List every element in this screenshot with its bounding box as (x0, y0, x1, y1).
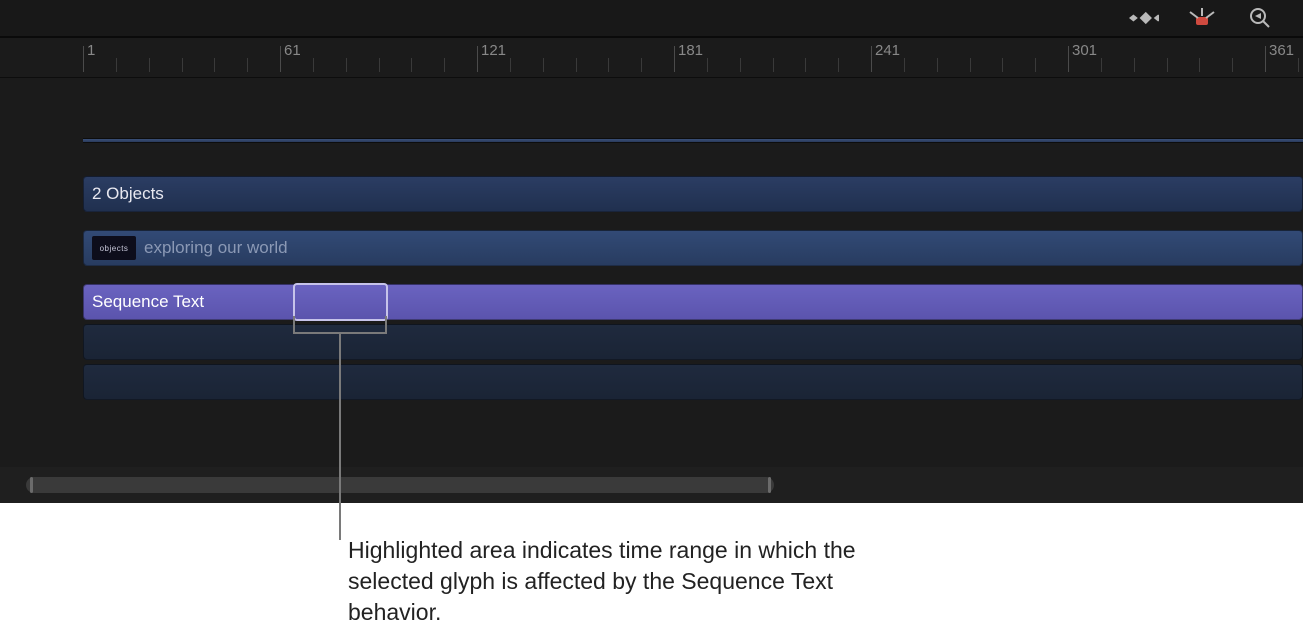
ruler-tick-major (674, 46, 675, 72)
ruler-tick-minor (740, 58, 741, 72)
ruler-tick-label: 181 (678, 42, 703, 59)
track-row-group[interactable]: 2 Objects (0, 174, 1303, 214)
ruler-tick-minor (773, 58, 774, 72)
ruler-tick-minor (1199, 58, 1200, 72)
ruler-tick-minor (1134, 58, 1135, 72)
ruler-tick-minor (641, 58, 642, 72)
ruler-tick-minor (608, 58, 609, 72)
group-clip[interactable]: 2 Objects (83, 176, 1303, 212)
ruler-tick-minor (116, 58, 117, 72)
scrollbar-handle-right[interactable] (768, 477, 771, 493)
ruler-tick-major (280, 46, 281, 72)
ruler-tick-minor (182, 58, 183, 72)
keyframe-icon[interactable] (1129, 6, 1159, 30)
ruler-tick-label: 121 (481, 42, 506, 59)
text-clip[interactable]: objects exploring our world (83, 230, 1303, 266)
ruler-tick-minor (1298, 58, 1299, 72)
ruler-tick-minor (247, 58, 248, 72)
ruler-tick-minor (1035, 58, 1036, 72)
ruler-tick-major (1265, 46, 1266, 72)
ruler-tick-major (83, 46, 84, 72)
group-track-header-strip (83, 138, 1303, 143)
timeline-scrollbar[interactable] (26, 477, 774, 493)
ruler-tick-label: 61 (284, 42, 301, 59)
track-row-empty (0, 362, 1303, 402)
timeline-ruler[interactable]: 1 61 121 181 241 301 361 (0, 40, 1303, 78)
ruler-tick-major (1068, 46, 1069, 72)
ruler-tick-minor (805, 58, 806, 72)
behavior-clip-label: Sequence Text (92, 292, 204, 312)
timeline-toolbar (0, 0, 1303, 38)
ruler-tick-minor (576, 58, 577, 72)
ruler-tick-minor (149, 58, 150, 72)
callout-bracket (293, 316, 387, 334)
track-row-text[interactable]: objects exploring our world (0, 228, 1303, 268)
track-row-behavior[interactable]: Sequence Text (0, 282, 1303, 322)
marker-icon[interactable] (1187, 6, 1217, 30)
ruler-tick-minor (214, 58, 215, 72)
search-icon[interactable] (1245, 6, 1275, 30)
callout-leader-line (339, 334, 341, 540)
text-clip-label: exploring our world (144, 238, 288, 258)
ruler-tick-major (871, 46, 872, 72)
ruler-tick-minor (444, 58, 445, 72)
ruler-tick-minor (1167, 58, 1168, 72)
ruler-tick-minor (970, 58, 971, 72)
ruler-tick-minor (543, 58, 544, 72)
ruler-tick-minor (411, 58, 412, 72)
ruler-tick-minor (937, 58, 938, 72)
ruler-tick-minor (1232, 58, 1233, 72)
ruler-tick-minor (346, 58, 347, 72)
ruler-tick-label: 1 (87, 42, 95, 59)
group-clip-label: 2 Objects (92, 184, 164, 204)
annotation-caption: Highlighted area indicates time range in… (348, 535, 868, 628)
ruler-tick-minor (313, 58, 314, 72)
behavior-clip[interactable]: Sequence Text (83, 284, 1303, 320)
ruler-tick-minor (1101, 58, 1102, 72)
track-row-empty (0, 322, 1303, 362)
ruler-tick-minor (707, 58, 708, 72)
empty-track-bar (83, 324, 1303, 360)
tracks-area: 2 Objects objects exploring our world Se… (0, 78, 1303, 503)
ruler-tick-minor (904, 58, 905, 72)
timeline-panel: 1 61 121 181 241 301 361 2 Objects objects exp… (0, 0, 1303, 503)
scrollbar-handle-left[interactable] (30, 477, 33, 493)
ruler-tick-major (477, 46, 478, 72)
ruler-tick-minor (1002, 58, 1003, 72)
ruler-tick-minor (379, 58, 380, 72)
ruler-tick-minor (838, 58, 839, 72)
ruler-tick-label: 361 (1269, 42, 1294, 59)
timeline-scrollbar-region (0, 467, 1303, 503)
ruler-tick-label: 301 (1072, 42, 1097, 59)
ruler-tick-minor (510, 58, 511, 72)
ruler-tick-label: 241 (875, 42, 900, 59)
text-clip-thumbnail: objects (92, 236, 136, 260)
empty-track-bar (83, 364, 1303, 400)
